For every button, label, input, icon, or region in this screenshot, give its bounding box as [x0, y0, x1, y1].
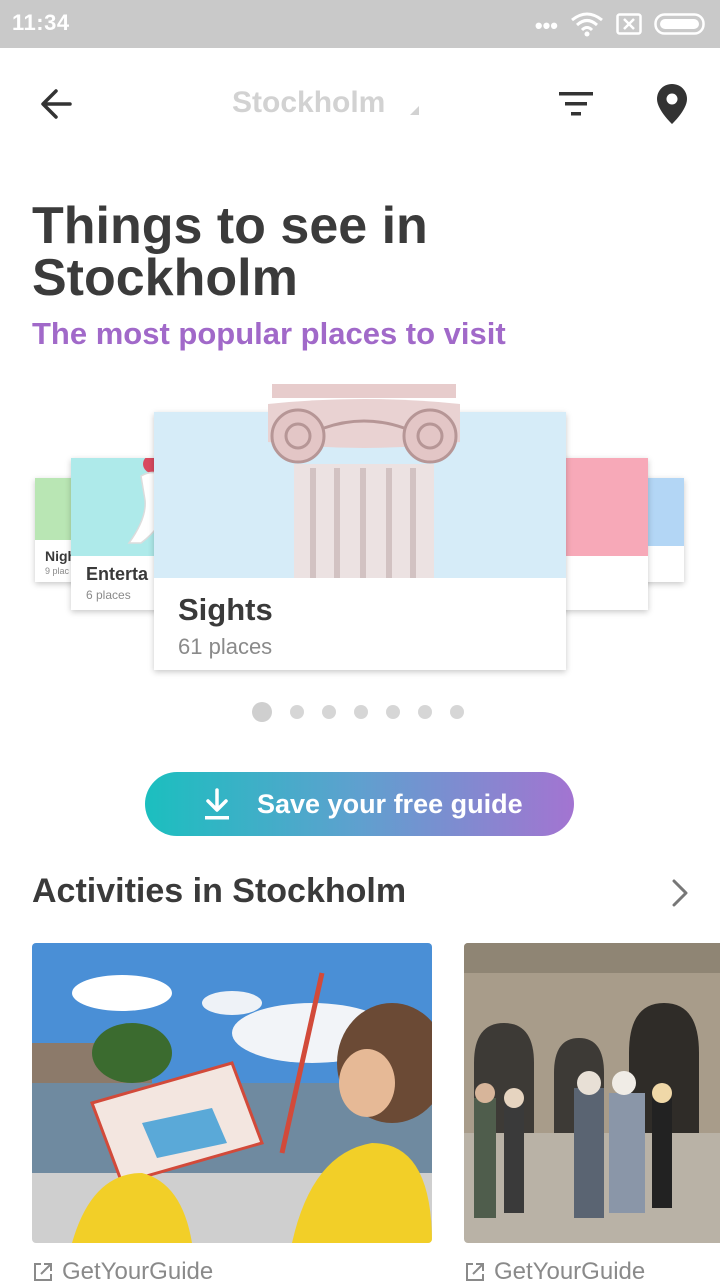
download-icon	[205, 788, 229, 820]
category-card-sights[interactable]: Sights 61 places	[154, 384, 566, 670]
page-dot[interactable]	[322, 705, 336, 719]
category-card-count: 61 places	[178, 634, 273, 659]
save-guide-label: Save your free guide	[257, 788, 523, 819]
column-icon	[268, 384, 460, 578]
page-dot[interactable]	[386, 705, 400, 719]
page-dot[interactable]	[290, 705, 304, 719]
category-card-count: 6 places	[86, 588, 131, 602]
save-guide-button[interactable]: Save your free guide	[145, 772, 574, 836]
filter-icon[interactable]	[556, 88, 596, 120]
app-bar: Stockholm	[0, 48, 720, 160]
activity-provider[interactable]: GetYourGuide	[464, 1258, 645, 1286]
signal-dots-icon: •••	[534, 13, 558, 38]
no-sim-icon	[616, 13, 642, 35]
provider-label: GetYourGuide	[494, 1258, 646, 1285]
page-dot[interactable]	[450, 705, 464, 719]
category-card-count: 9 plac	[45, 566, 70, 576]
wifi-icon	[571, 12, 603, 37]
page-dot[interactable]	[252, 702, 272, 722]
city-selector[interactable]: Stockholm	[232, 86, 385, 120]
activity-photo-palace-group	[464, 943, 720, 1243]
chevron-right-icon[interactable]	[666, 876, 694, 910]
activities-section-title: Activities in Stockholm	[32, 872, 407, 910]
activity-provider[interactable]: GetYourGuide	[32, 1258, 213, 1286]
category-card-label: Sights	[178, 592, 273, 627]
battery-icon	[654, 13, 705, 35]
page-subtitle: The most popular places to visit	[32, 316, 506, 351]
activity-card[interactable]	[32, 943, 432, 1243]
page-dot[interactable]	[418, 705, 432, 719]
activity-card[interactable]	[464, 943, 720, 1243]
status-icons: •••	[535, 10, 708, 38]
sights-image	[154, 384, 566, 578]
city-dropdown-caret-icon[interactable]	[410, 106, 419, 115]
back-arrow-icon[interactable]	[36, 84, 76, 124]
carousel-pagination	[252, 700, 464, 724]
page-title: Things to see in Stockholm	[32, 197, 428, 307]
activity-photo-map-reader	[32, 943, 432, 1243]
status-bar: 11:34 •••	[0, 0, 720, 48]
map-pin-icon[interactable]	[654, 82, 690, 126]
page-dot[interactable]	[354, 705, 368, 719]
provider-label: GetYourGuide	[62, 1258, 214, 1285]
category-carousel[interactable]: Nigh 9 plac Enterta 6 places Sights 61 p…	[0, 380, 720, 680]
status-time: 11:34	[12, 10, 70, 35]
category-card-label: Enterta	[86, 564, 149, 584]
